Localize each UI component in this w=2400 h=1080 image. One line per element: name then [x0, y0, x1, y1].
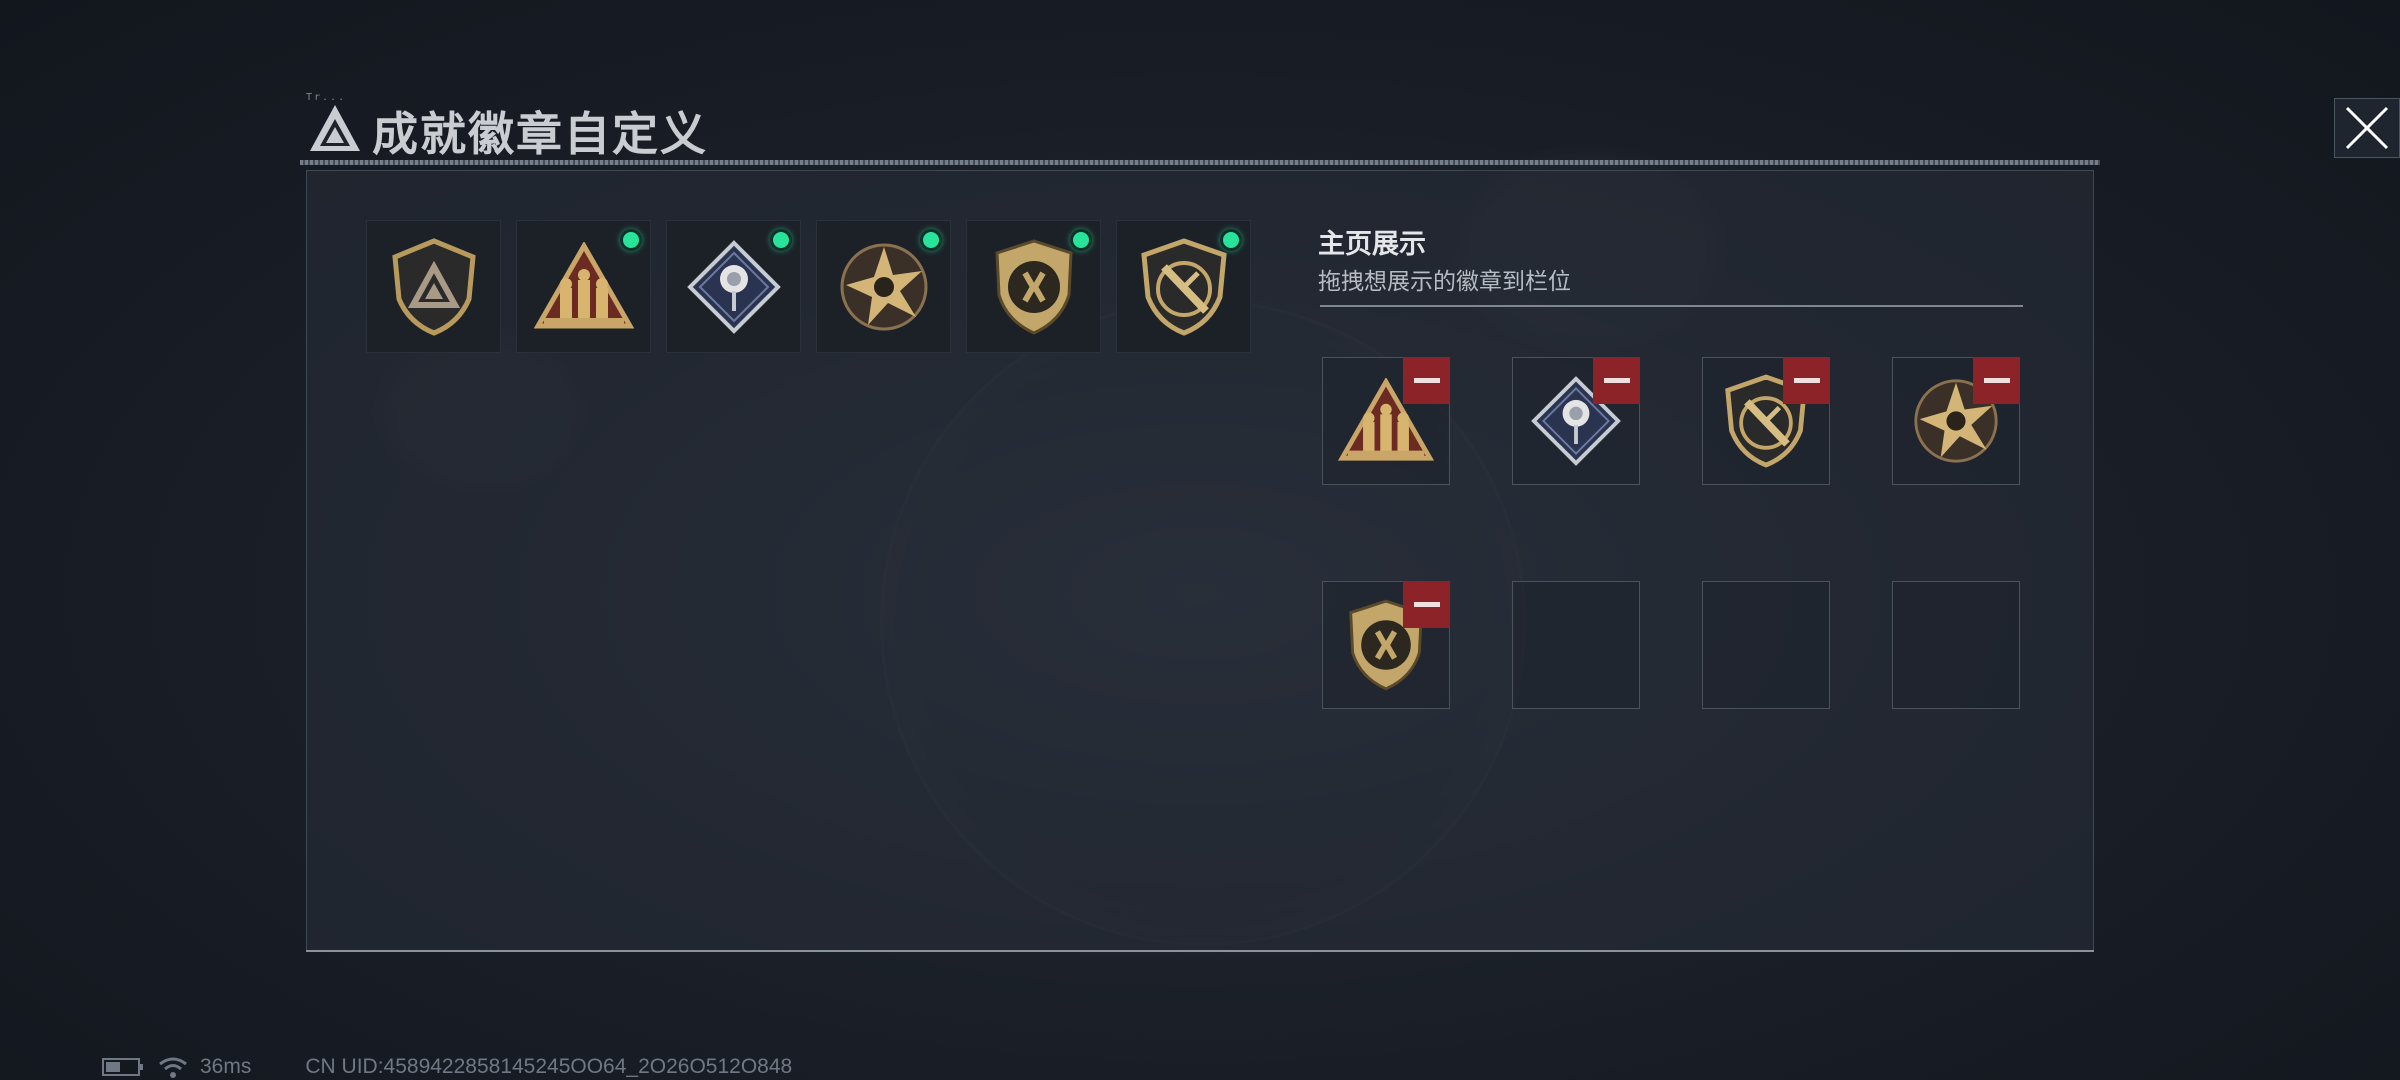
minus-icon [1413, 378, 1440, 383]
display-slot[interactable] [1322, 357, 1450, 485]
rose-diamond-badge-icon [686, 239, 781, 334]
display-section-divider [1320, 305, 2023, 307]
new-badge-indicator [920, 229, 942, 251]
battery-icon [102, 1058, 143, 1076]
display-slot[interactable] [1892, 357, 2020, 485]
new-badge-indicator [620, 229, 642, 251]
minus-icon [1793, 378, 1820, 383]
owned-badge-card[interactable] [816, 220, 951, 353]
user-uid: CN UID:4589422858145245OO64_2O26O512O848 [305, 1055, 793, 1078]
remove-badge-button[interactable] [1783, 357, 1830, 404]
empty-display-slot[interactable] [1702, 581, 1830, 709]
display-section-title: 主页展示 [1318, 229, 1426, 259]
display-section-subtitle: 拖拽想展示的徽章到栏位 [1318, 268, 1571, 294]
minus-icon [1413, 602, 1440, 607]
remove-badge-button[interactable] [1593, 357, 1640, 404]
panel-bottom-line [306, 950, 2094, 952]
remove-badge-button[interactable] [1973, 357, 2020, 404]
status-bar: 36ms CN UID:4589422858145245OO64_2O26O51… [102, 1055, 792, 1079]
display-slot[interactable] [1512, 357, 1640, 485]
close-button[interactable] [2334, 98, 2400, 158]
owned-badge-card[interactable] [366, 220, 501, 353]
ping-value: 36ms [200, 1055, 252, 1078]
display-slot[interactable] [1322, 581, 1450, 709]
minus-icon [1603, 378, 1630, 383]
remove-badge-button[interactable] [1403, 581, 1450, 628]
dagger-shield-badge-icon [1140, 237, 1227, 336]
page-title: 成就徽章自定义 [372, 108, 708, 160]
title-bar: Tr... 成就徽章自定义 [300, 92, 2400, 168]
new-badge-indicator [1220, 229, 1242, 251]
empty-display-slot[interactable] [1512, 581, 1640, 709]
owned-badge-card[interactable] [516, 220, 651, 353]
remove-badge-button[interactable] [1403, 357, 1450, 404]
owned-badge-card[interactable] [966, 220, 1101, 353]
star-skull-badge-icon [840, 243, 927, 330]
owned-badge-card[interactable] [1116, 220, 1251, 353]
new-badge-indicator [770, 229, 792, 251]
owned-badges-list [366, 220, 1251, 353]
triangle-shield-badge-icon [391, 237, 476, 336]
close-icon [2345, 106, 2389, 150]
wifi-icon [159, 1057, 187, 1078]
new-badge-indicator [1070, 229, 1092, 251]
empty-display-slot[interactable] [1892, 581, 2020, 709]
title-divider [300, 160, 2100, 165]
chevron-shield-badge-icon [994, 238, 1073, 335]
display-slot[interactable] [1702, 357, 1830, 485]
triangle-logo-icon [310, 105, 360, 151]
owned-badge-card[interactable] [666, 220, 801, 353]
soldiers-triangle-badge-icon [533, 241, 634, 328]
minus-icon [1983, 378, 2010, 383]
